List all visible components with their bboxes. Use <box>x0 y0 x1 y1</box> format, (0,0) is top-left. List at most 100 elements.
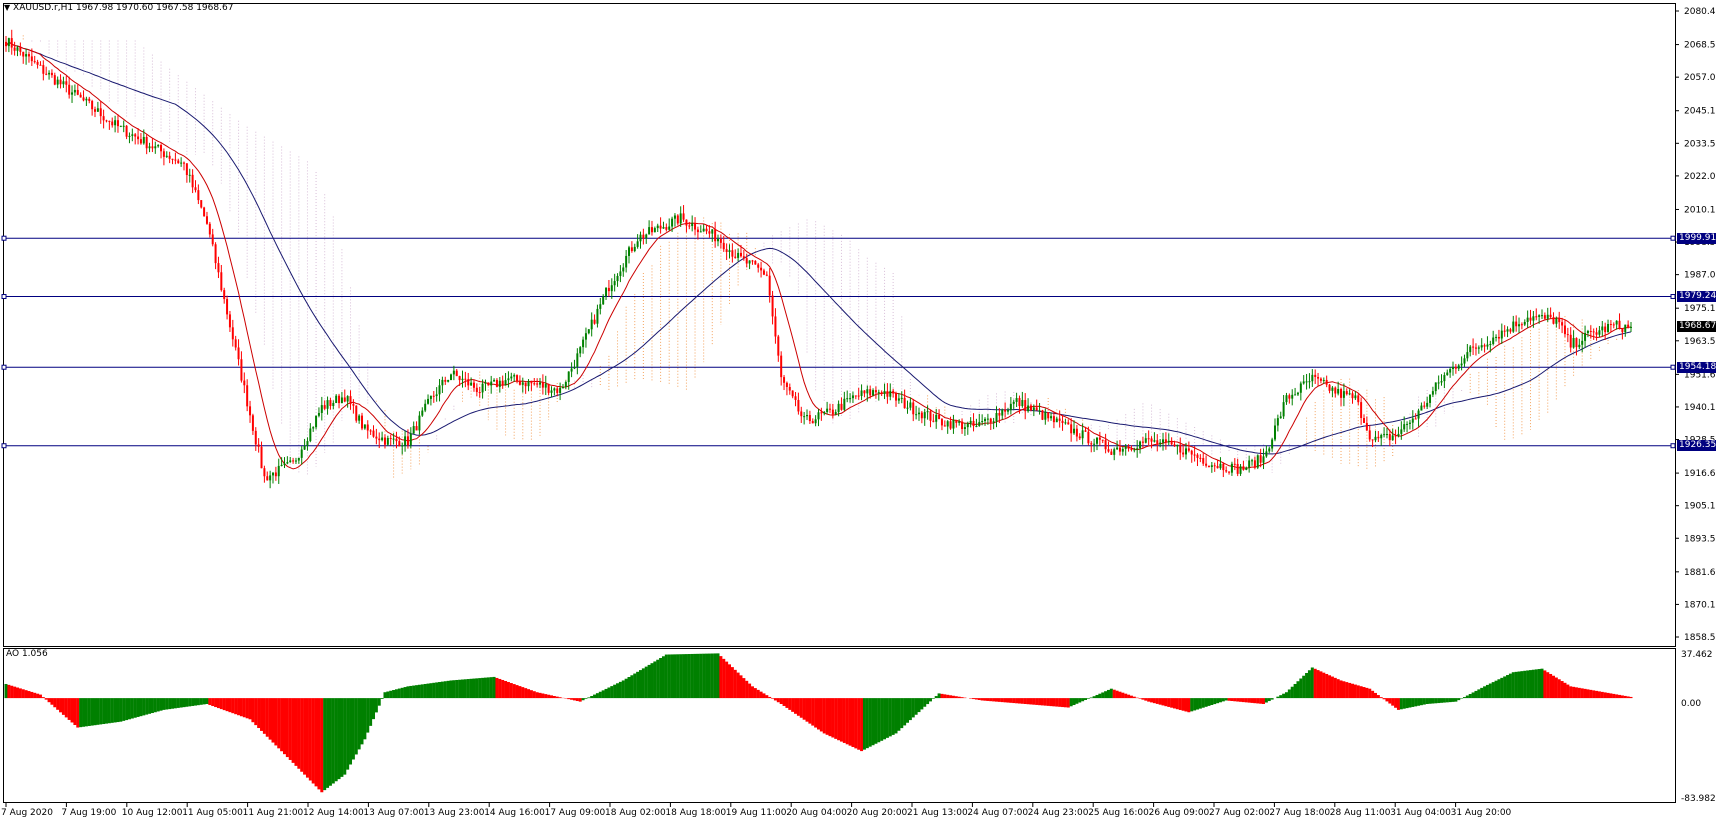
candle-body <box>507 378 510 381</box>
candle-body <box>1474 347 1477 349</box>
candle-body <box>464 378 467 380</box>
candle-body <box>1222 463 1225 471</box>
candle-body <box>516 375 519 381</box>
candle-body <box>963 427 966 429</box>
candle-body <box>1489 343 1492 345</box>
candle-body <box>1397 433 1400 436</box>
candle-body <box>576 353 579 367</box>
candle-body <box>714 229 717 242</box>
level-handle[interactable] <box>1 235 7 241</box>
candle-body <box>1627 324 1630 328</box>
candle-body <box>358 415 361 421</box>
candle-body <box>533 383 536 385</box>
candle-body <box>1110 451 1113 455</box>
candle-body <box>266 476 269 481</box>
price-tick-label: 1858.55 <box>1684 633 1716 643</box>
candle-body <box>1391 435 1394 441</box>
candle-body <box>1205 463 1208 466</box>
candle-body <box>696 229 699 233</box>
candle-body <box>1558 318 1561 323</box>
candle-body <box>1457 365 1460 369</box>
ao-scale-top: 37.462 <box>1681 650 1713 660</box>
level-handle[interactable] <box>1670 294 1676 300</box>
candle-body <box>45 73 48 75</box>
candle-body <box>539 382 542 385</box>
candle-body <box>13 47 16 51</box>
candle-body <box>1483 345 1486 347</box>
candle-body <box>883 390 886 394</box>
candle-body <box>903 397 906 409</box>
candle-body <box>625 255 628 268</box>
candle-body <box>605 287 608 297</box>
candle-body <box>622 267 625 272</box>
candle-body <box>817 412 820 420</box>
time-tick-label: 10 Aug 12:00 <box>122 808 183 818</box>
candle-body <box>1549 314 1552 318</box>
candle <box>487 382 490 386</box>
candle-body <box>96 108 99 112</box>
candle-body <box>1328 384 1331 391</box>
candle-body <box>926 411 929 413</box>
candle-body <box>82 97 85 101</box>
candle-body <box>874 390 877 393</box>
candle-body <box>1061 420 1064 423</box>
candle-body <box>1383 434 1386 436</box>
candle-body <box>975 425 978 427</box>
candle-body <box>455 370 458 377</box>
level-handle[interactable] <box>1670 443 1676 449</box>
candle-body <box>226 299 229 315</box>
candle-body <box>1334 387 1337 394</box>
candle-body <box>1182 452 1185 455</box>
candle-body <box>1127 446 1130 449</box>
candle-body <box>205 216 208 224</box>
candle-body <box>1162 439 1165 443</box>
trading-chart[interactable]: 2080.45 2068.55 2057.00 2045.10 2033.55 2022.… <box>0 0 1716 821</box>
level-handle[interactable] <box>1670 235 1676 241</box>
candle-body <box>432 395 435 397</box>
candle-body <box>556 388 559 393</box>
candle-body <box>665 227 668 230</box>
candle-body <box>467 379 470 386</box>
candle-body <box>992 421 995 423</box>
candle-body <box>702 228 705 232</box>
candle-body <box>791 390 794 397</box>
candle-body <box>760 267 763 271</box>
candle-body <box>630 247 633 252</box>
time-tick-label: 20 Aug 04:00 <box>786 808 847 818</box>
time-tick-label: 25 Aug 16:00 <box>1088 808 1149 818</box>
candle-body <box>1233 463 1236 465</box>
candle-body <box>289 460 292 463</box>
candle-body <box>1314 374 1317 377</box>
price-tick-label: 1963.55 <box>1684 337 1716 347</box>
candle-body <box>1299 383 1302 393</box>
candle-body <box>1265 451 1268 457</box>
time-axis: 7 Aug 2020 7 Aug 19:00 10 Aug 12:00 11 Aug … <box>1 803 1512 818</box>
candle-body <box>254 430 257 445</box>
candle-body <box>1288 395 1291 399</box>
time-tick-label: 13 Aug 07:00 <box>363 808 424 818</box>
candle-body <box>986 418 989 420</box>
level-handle[interactable] <box>1 294 7 300</box>
candle-body <box>114 120 117 126</box>
candle-body <box>1253 460 1256 468</box>
candle-body <box>65 81 68 85</box>
level-handle[interactable] <box>1 364 7 370</box>
price-tick-label: 2022.00 <box>1684 172 1716 182</box>
level-handle[interactable] <box>1 443 7 449</box>
candle-body <box>607 287 610 292</box>
candle-body <box>450 374 453 380</box>
candle-body <box>711 229 714 234</box>
candle-body <box>981 421 984 423</box>
candle-body <box>326 400 329 409</box>
candle-body <box>1604 326 1607 333</box>
candle-body <box>633 246 636 252</box>
candle-body <box>762 270 765 275</box>
candle-body <box>1078 436 1081 439</box>
candle-body <box>846 398 849 400</box>
candle-body <box>1262 456 1265 463</box>
level-handle[interactable] <box>1670 364 1676 370</box>
candle-body <box>1139 441 1142 449</box>
candle-body <box>88 98 91 101</box>
time-tick-label: 18 Aug 02:00 <box>605 808 666 818</box>
candle-body <box>108 120 111 122</box>
